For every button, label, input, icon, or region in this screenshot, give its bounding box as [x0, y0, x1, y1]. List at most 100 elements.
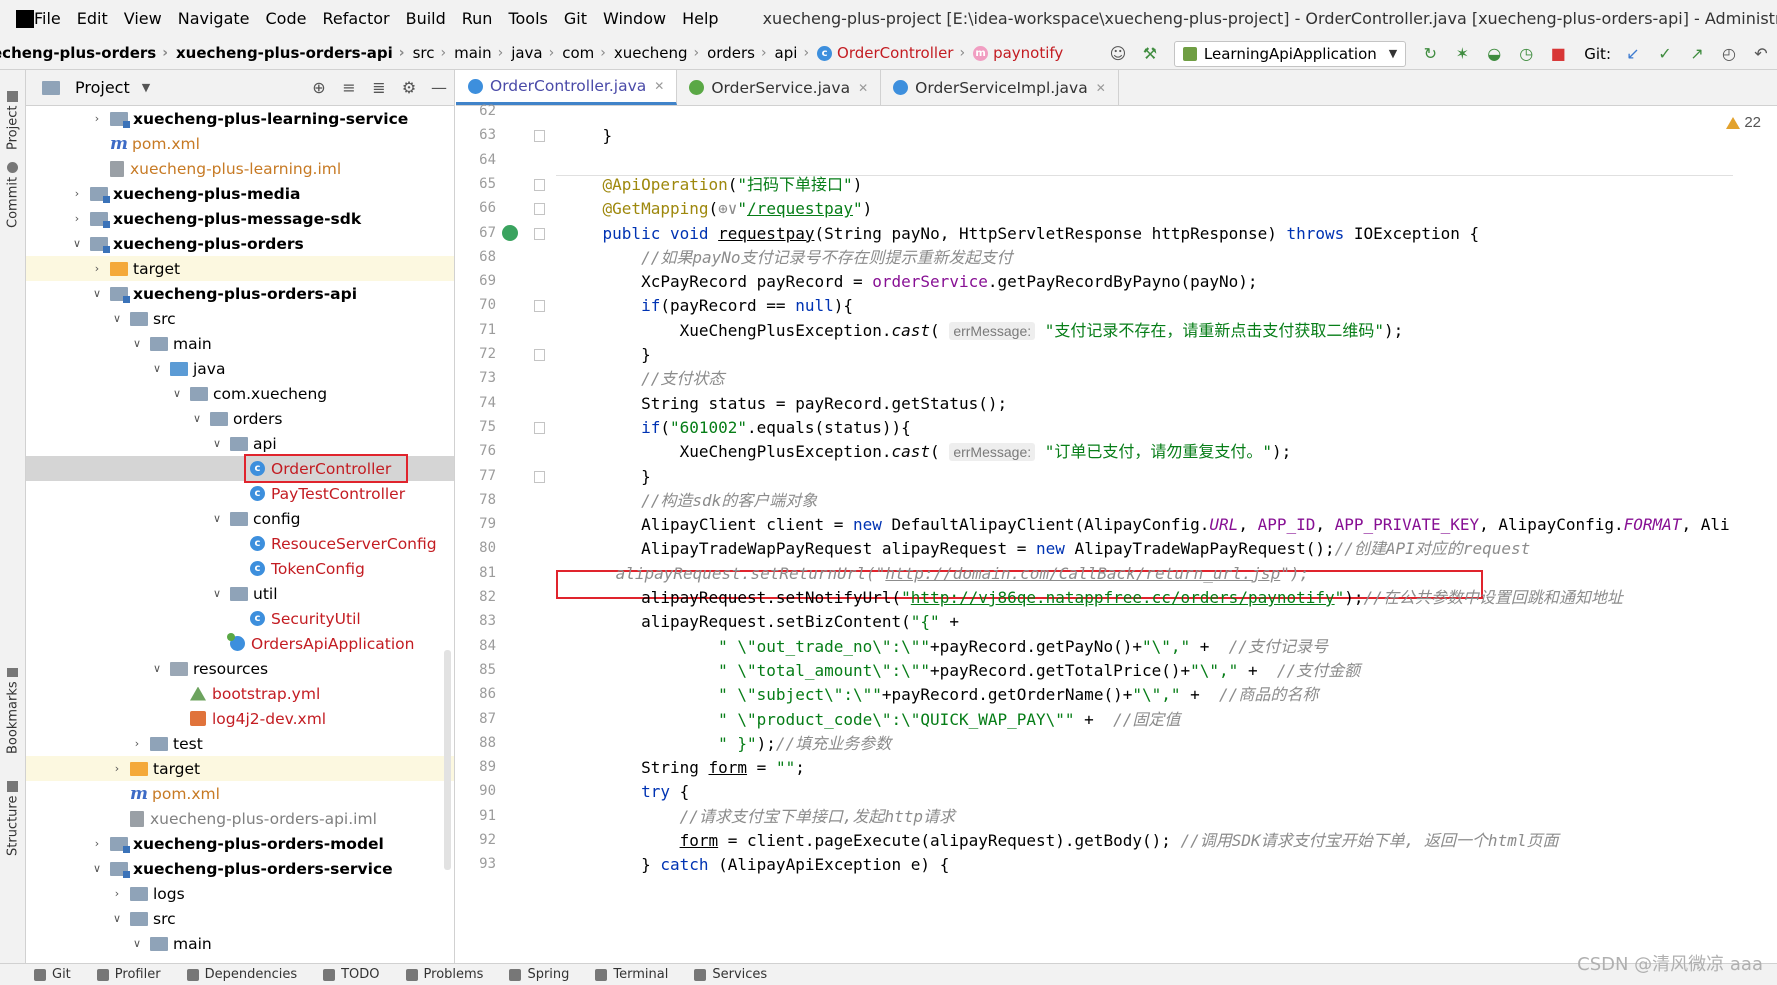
chevron-right-icon[interactable]: ›	[70, 212, 84, 225]
code-line[interactable]: " \"out_trade_no\":\""+payRecord.getPayN…	[564, 633, 1328, 660]
chevron-down-icon[interactable]: ∨	[90, 287, 104, 300]
tree-item[interactable]: ∨ src	[26, 906, 454, 931]
project-scrollbar[interactable]	[444, 650, 451, 870]
tree-item[interactable]: › xuecheng-plus-learning-service	[26, 106, 454, 131]
close-tab-icon[interactable]: ✕	[1096, 81, 1106, 95]
tool-window-button[interactable]: Spring	[509, 967, 569, 982]
tree-item[interactable]: ∨ main	[26, 931, 454, 956]
tree-item[interactable]: ›OrdersApiApplication	[26, 631, 454, 656]
menu-window[interactable]: Window	[603, 9, 666, 28]
code-line[interactable]: XcPayRecord payRecord = orderService.get…	[564, 268, 1258, 295]
code-line[interactable]: " \"subject\":\""+payRecord.getOrderName…	[564, 681, 1318, 708]
tree-item[interactable]: ›bootstrap.yml	[26, 681, 454, 706]
code-line[interactable]: public void requestpay(String payNo, Htt…	[564, 220, 1480, 247]
project-panel-title[interactable]: Project	[75, 78, 130, 97]
breadcrumb-item[interactable]: api ›	[775, 44, 818, 62]
code-line[interactable]: @ApiOperation("扫码下单接口")	[564, 171, 863, 198]
gear-icon[interactable]: ⚙	[398, 78, 420, 97]
tree-item[interactable]: ›cTokenConfig	[26, 556, 454, 581]
collapse-all-icon[interactable]: ≣	[368, 78, 390, 97]
chevron-right-icon[interactable]: ›	[110, 762, 124, 775]
code-line[interactable]: if(payRecord == null){	[564, 292, 853, 319]
chevron-down-icon[interactable]: ∨	[210, 512, 224, 525]
chevron-down-icon[interactable]: ∨	[110, 912, 124, 925]
chevron-down-icon[interactable]: ∨	[170, 387, 184, 400]
breadcrumb-item[interactable]: java ›	[511, 44, 562, 62]
tree-item[interactable]: ∨ orders	[26, 406, 454, 431]
menu-help[interactable]: Help	[682, 9, 718, 28]
code-line[interactable]: //如果payNo支付记录号不存在则提示重新发起支付	[564, 244, 1012, 271]
code-line[interactable]: try {	[564, 778, 689, 805]
chevron-down-icon[interactable]: ∨	[150, 362, 164, 375]
tree-item[interactable]: ∨ xuecheng-plus-orders-service	[26, 856, 454, 881]
chevron-right-icon[interactable]: ›	[90, 837, 104, 850]
tool-window-button[interactable]: Git	[34, 967, 71, 982]
tree-item[interactable]: ∨ src	[26, 306, 454, 331]
fold-marker-icon[interactable]	[534, 203, 545, 216]
code-line[interactable]: alipayRequest.setBizContent("{" +	[564, 608, 959, 635]
tree-item[interactable]: ›cSecurityUtil	[26, 606, 454, 631]
code-line[interactable]: " }");//填充业务参数	[564, 730, 891, 757]
breadcrumb-item[interactable]: xuecheng-plus-orders-api ›	[176, 44, 413, 62]
breadcrumb-item[interactable]: orders ›	[707, 44, 774, 62]
fold-marker-icon[interactable]	[534, 178, 545, 191]
chevron-down-icon[interactable]: ∨	[190, 412, 204, 425]
breadcrumb-item[interactable]: main ›	[454, 44, 511, 62]
endpoint-mapping-icon[interactable]	[502, 224, 518, 241]
bookmarks-tool-button[interactable]: Bookmarks	[2, 668, 24, 754]
tree-item[interactable]: ∨ com.xuecheng	[26, 381, 454, 406]
code-line[interactable]: " \"product_code\":\"QUICK_WAP_PAY\"" + …	[564, 706, 1180, 733]
tree-item[interactable]: ∨ xuecheng-plus-orders	[26, 231, 454, 256]
breadcrumb-item[interactable]: src ›	[413, 44, 455, 62]
chevron-right-icon[interactable]: ›	[90, 112, 104, 125]
tool-window-button[interactable]: Profiler	[96, 967, 161, 982]
code-line[interactable]: //请求支付宝下单接口,发起http请求	[564, 803, 955, 830]
chevron-right-icon[interactable]: ›	[90, 262, 104, 275]
code-line[interactable]: AlipayTradeWapPayRequest alipayRequest =…	[564, 535, 1530, 562]
commit-tool-button[interactable]: Commit	[2, 154, 24, 228]
stop-icon[interactable]: ■	[1547, 43, 1569, 65]
tree-item[interactable]: › target	[26, 256, 454, 281]
git-commit-icon[interactable]: ✓	[1654, 43, 1676, 65]
breadcrumb-item[interactable]: echeng-plus-orders ›	[0, 44, 176, 62]
breadcrumb-item[interactable]: com ›	[562, 44, 614, 62]
code-editor[interactable]: 22 } @ApiOperation("扫码下单接口") @GetMapping…	[556, 106, 1777, 963]
breadcrumb-item[interactable]: xuecheng ›	[614, 44, 707, 62]
tree-item[interactable]: › test	[26, 731, 454, 756]
close-tab-icon[interactable]: ✕	[858, 81, 868, 95]
tree-item[interactable]: › xuecheng-plus-orders-model	[26, 831, 454, 856]
code-line[interactable]: if("601002".equals(status)){	[564, 414, 911, 441]
chevron-down-icon[interactable]: ∨	[90, 862, 104, 875]
tree-item[interactable]: › xuecheng-plus-media	[26, 181, 454, 206]
code-line[interactable]: @GetMapping(⊕∨"/requestpay")	[564, 195, 873, 222]
chevron-down-icon[interactable]: ∨	[210, 437, 224, 450]
menu-navigate[interactable]: Navigate	[178, 9, 250, 28]
user-icon[interactable]: ☺	[1107, 43, 1129, 65]
breadcrumb-item[interactable]: m paynotify	[973, 44, 1063, 62]
tree-item[interactable]: ∨ config	[26, 506, 454, 531]
tree-item[interactable]: ›log4j2-dev.xml	[26, 706, 454, 731]
menu-run[interactable]: Run	[462, 9, 493, 28]
git-history-icon[interactable]: ◴	[1718, 43, 1740, 65]
code-line[interactable]: //支付状态	[564, 365, 724, 392]
code-line[interactable]: XueChengPlusException.cast( errMessage: …	[564, 438, 1291, 465]
fold-marker-icon[interactable]	[534, 349, 545, 361]
tree-item[interactable]: ›mpom.xml	[26, 781, 454, 806]
hide-panel-icon[interactable]: —	[428, 78, 450, 97]
chevron-right-icon[interactable]: ›	[130, 737, 144, 750]
warnings-indicator[interactable]: 22	[1726, 114, 1761, 131]
code-line[interactable]: }	[564, 341, 651, 368]
expand-all-icon[interactable]: ≡	[338, 78, 360, 97]
menu-view[interactable]: View	[124, 9, 162, 28]
menu-build[interactable]: Build	[406, 9, 446, 28]
code-line[interactable]: String status = payRecord.getStatus();	[564, 390, 1007, 417]
tree-item[interactable]: › target	[26, 756, 454, 781]
tool-window-button[interactable]: Problems	[405, 967, 483, 982]
tree-item[interactable]: ›xuecheng-plus-orders-api.iml	[26, 806, 454, 831]
chevron-down-icon[interactable]: ∨	[110, 312, 124, 325]
close-tab-icon[interactable]: ✕	[654, 79, 664, 93]
fold-marker-icon[interactable]	[534, 421, 545, 434]
tool-window-button[interactable]: Dependencies	[186, 967, 297, 982]
tool-window-button[interactable]: Services	[694, 967, 767, 982]
coverage-icon[interactable]: ◒	[1483, 43, 1505, 65]
